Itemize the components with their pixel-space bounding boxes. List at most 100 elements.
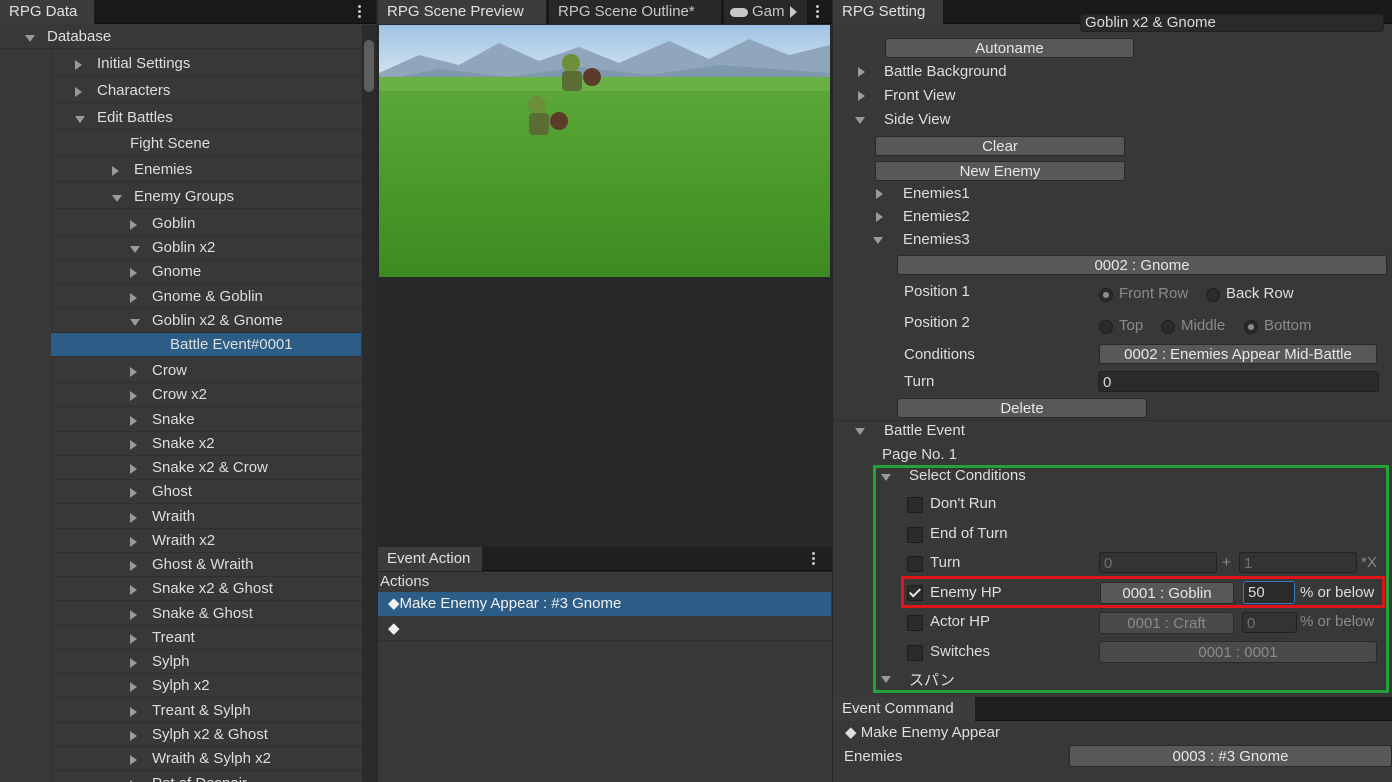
tree-item[interactable]: Goblin xyxy=(51,212,361,236)
tree-item[interactable]: Wraith xyxy=(51,505,361,529)
enemy-hp-checkbox[interactable] xyxy=(907,585,923,601)
battle-background-foldout[interactable]: Battle Background xyxy=(884,63,1007,80)
tab-scroll-right-icon[interactable] xyxy=(790,6,797,18)
switches-checkbox[interactable] xyxy=(907,645,923,661)
action-item-1[interactable]: ◆Make Enemy Appear : #3 Gnome xyxy=(378,592,831,616)
expand-arrow-icon[interactable] xyxy=(130,634,137,644)
tree-item[interactable]: Pot of Despair xyxy=(51,772,361,782)
collapse-arrow-icon[interactable] xyxy=(130,319,140,326)
expand-arrow-icon[interactable] xyxy=(75,87,82,97)
tree-item[interactable]: Enemy Groups xyxy=(51,185,361,209)
expand-arrow-icon[interactable] xyxy=(130,561,137,571)
expand-arrow-icon[interactable] xyxy=(130,682,137,692)
expand-arrow-icon[interactable] xyxy=(130,610,137,620)
tree-item[interactable]: Battle Event#0001 xyxy=(51,333,361,357)
more-options-icon[interactable] xyxy=(816,5,820,19)
tree-item[interactable]: Ghost & Wraith xyxy=(51,553,361,577)
actor-hp-percent-input[interactable]: 0 xyxy=(1242,612,1297,633)
expand-arrow-icon[interactable] xyxy=(112,166,119,176)
expand-arrow-icon[interactable] xyxy=(858,91,865,101)
expand-arrow-icon[interactable] xyxy=(130,707,137,717)
enemies-select[interactable]: 0003 : #3 Gnome xyxy=(1069,745,1392,767)
new-enemy-button[interactable]: New Enemy xyxy=(875,161,1125,181)
collapse-arrow-icon[interactable] xyxy=(112,195,122,202)
expand-arrow-icon[interactable] xyxy=(130,464,137,474)
expand-arrow-icon[interactable] xyxy=(130,537,137,547)
clear-button[interactable]: Clear xyxy=(875,136,1125,156)
tree-item[interactable]: Initial Settings xyxy=(51,52,361,76)
front-row-radio[interactable] xyxy=(1099,288,1113,302)
expand-arrow-icon[interactable] xyxy=(75,60,82,70)
turn-input[interactable]: 0 xyxy=(1098,371,1379,392)
tree-item[interactable]: Enemies xyxy=(51,158,361,182)
enemies1-foldout[interactable]: Enemies1 xyxy=(903,185,970,202)
expand-arrow-icon[interactable] xyxy=(130,755,137,765)
tree-item[interactable]: Edit Battles xyxy=(51,106,361,130)
tree-item[interactable]: Sylph x2 & Ghost xyxy=(51,723,361,747)
tree-item[interactable]: Snake & Ghost xyxy=(51,602,361,626)
switches-select[interactable]: 0001 : 0001 xyxy=(1099,641,1377,663)
collapse-arrow-icon[interactable] xyxy=(130,246,140,253)
bottom-radio[interactable] xyxy=(1244,320,1258,334)
select-conditions-foldout[interactable]: Select Conditions xyxy=(909,467,1026,484)
expand-arrow-icon[interactable] xyxy=(130,268,137,278)
tab-event-command[interactable]: Event Command xyxy=(833,697,975,721)
delete-button[interactable]: Delete xyxy=(897,398,1147,418)
enemy-hp-target-select[interactable]: 0001 : Goblin xyxy=(1100,582,1234,604)
tree-scrollbar[interactable] xyxy=(362,25,376,782)
tree-item[interactable]: Gnome & Goblin xyxy=(51,285,361,309)
top-radio[interactable] xyxy=(1099,320,1113,334)
tree-item[interactable]: Goblin x2 & Gnome xyxy=(51,309,361,333)
front-view-foldout[interactable]: Front View xyxy=(884,87,955,104)
collapse-arrow-icon[interactable] xyxy=(881,676,891,683)
tree-item[interactable]: Goblin x2 xyxy=(51,236,361,260)
expand-arrow-icon[interactable] xyxy=(858,67,865,77)
battle-event-foldout[interactable]: Battle Event xyxy=(884,422,965,439)
tree-item[interactable]: Sylph xyxy=(51,650,361,674)
tab-rpg-data[interactable]: RPG Data xyxy=(0,0,94,24)
expand-arrow-icon[interactable] xyxy=(130,513,137,523)
tree-item[interactable]: Treant & Sylph xyxy=(51,699,361,723)
tree-item[interactable]: Characters xyxy=(51,79,361,103)
collapse-arrow-icon[interactable] xyxy=(881,474,891,481)
more-options-icon[interactable] xyxy=(358,5,362,19)
expand-arrow-icon[interactable] xyxy=(130,367,137,377)
turn-start-input[interactable]: 0 xyxy=(1099,552,1217,573)
expand-arrow-icon[interactable] xyxy=(130,220,137,230)
enemy-hp-percent-input[interactable]: 50 xyxy=(1243,581,1295,604)
expand-arrow-icon[interactable] xyxy=(130,293,137,303)
tab-scene-preview[interactable]: RPG Scene Preview xyxy=(378,0,546,24)
more-options-icon[interactable] xyxy=(812,552,816,566)
collapse-arrow-icon[interactable] xyxy=(25,35,35,42)
expand-arrow-icon[interactable] xyxy=(130,440,137,450)
turn-checkbox[interactable] xyxy=(907,556,923,572)
middle-radio[interactable] xyxy=(1161,320,1175,334)
turn-span-input[interactable]: 1 xyxy=(1239,552,1357,573)
collapse-arrow-icon[interactable] xyxy=(855,428,865,435)
tree-item[interactable]: Database xyxy=(0,25,361,49)
tree-item[interactable]: Sylph x2 xyxy=(51,674,361,698)
tree-item[interactable]: Ghost xyxy=(51,480,361,504)
tree-item[interactable]: Snake x2 & Crow xyxy=(51,456,361,480)
tree-item[interactable]: Crow x2 xyxy=(51,383,361,407)
tree-item[interactable]: Crow xyxy=(51,359,361,383)
expand-arrow-icon[interactable] xyxy=(130,658,137,668)
tree-item[interactable]: Wraith x2 xyxy=(51,529,361,553)
collapse-arrow-icon[interactable] xyxy=(75,116,85,123)
dont-run-checkbox[interactable] xyxy=(907,497,923,513)
tree-item[interactable]: Snake x2 & Ghost xyxy=(51,577,361,601)
enemy3-select-button[interactable]: 0002 : Gnome xyxy=(897,255,1387,275)
span-foldout[interactable]: スパン xyxy=(909,669,955,690)
collapse-arrow-icon[interactable] xyxy=(873,237,883,244)
tree-item[interactable]: Gnome xyxy=(51,260,361,284)
name-field[interactable]: Goblin x2 & Gnome xyxy=(1080,14,1384,32)
expand-arrow-icon[interactable] xyxy=(876,189,883,199)
expand-arrow-icon[interactable] xyxy=(130,391,137,401)
tab-scene-outline[interactable]: RPG Scene Outline* xyxy=(549,0,721,24)
enemies3-foldout[interactable]: Enemies3 xyxy=(903,231,970,248)
tree-item[interactable]: Snake xyxy=(51,408,361,432)
actor-hp-checkbox[interactable] xyxy=(907,615,923,631)
actor-hp-target-select[interactable]: 0001 : Craft xyxy=(1099,612,1234,634)
back-row-radio[interactable] xyxy=(1206,288,1220,302)
tab-rpg-setting[interactable]: RPG Setting xyxy=(833,0,943,24)
